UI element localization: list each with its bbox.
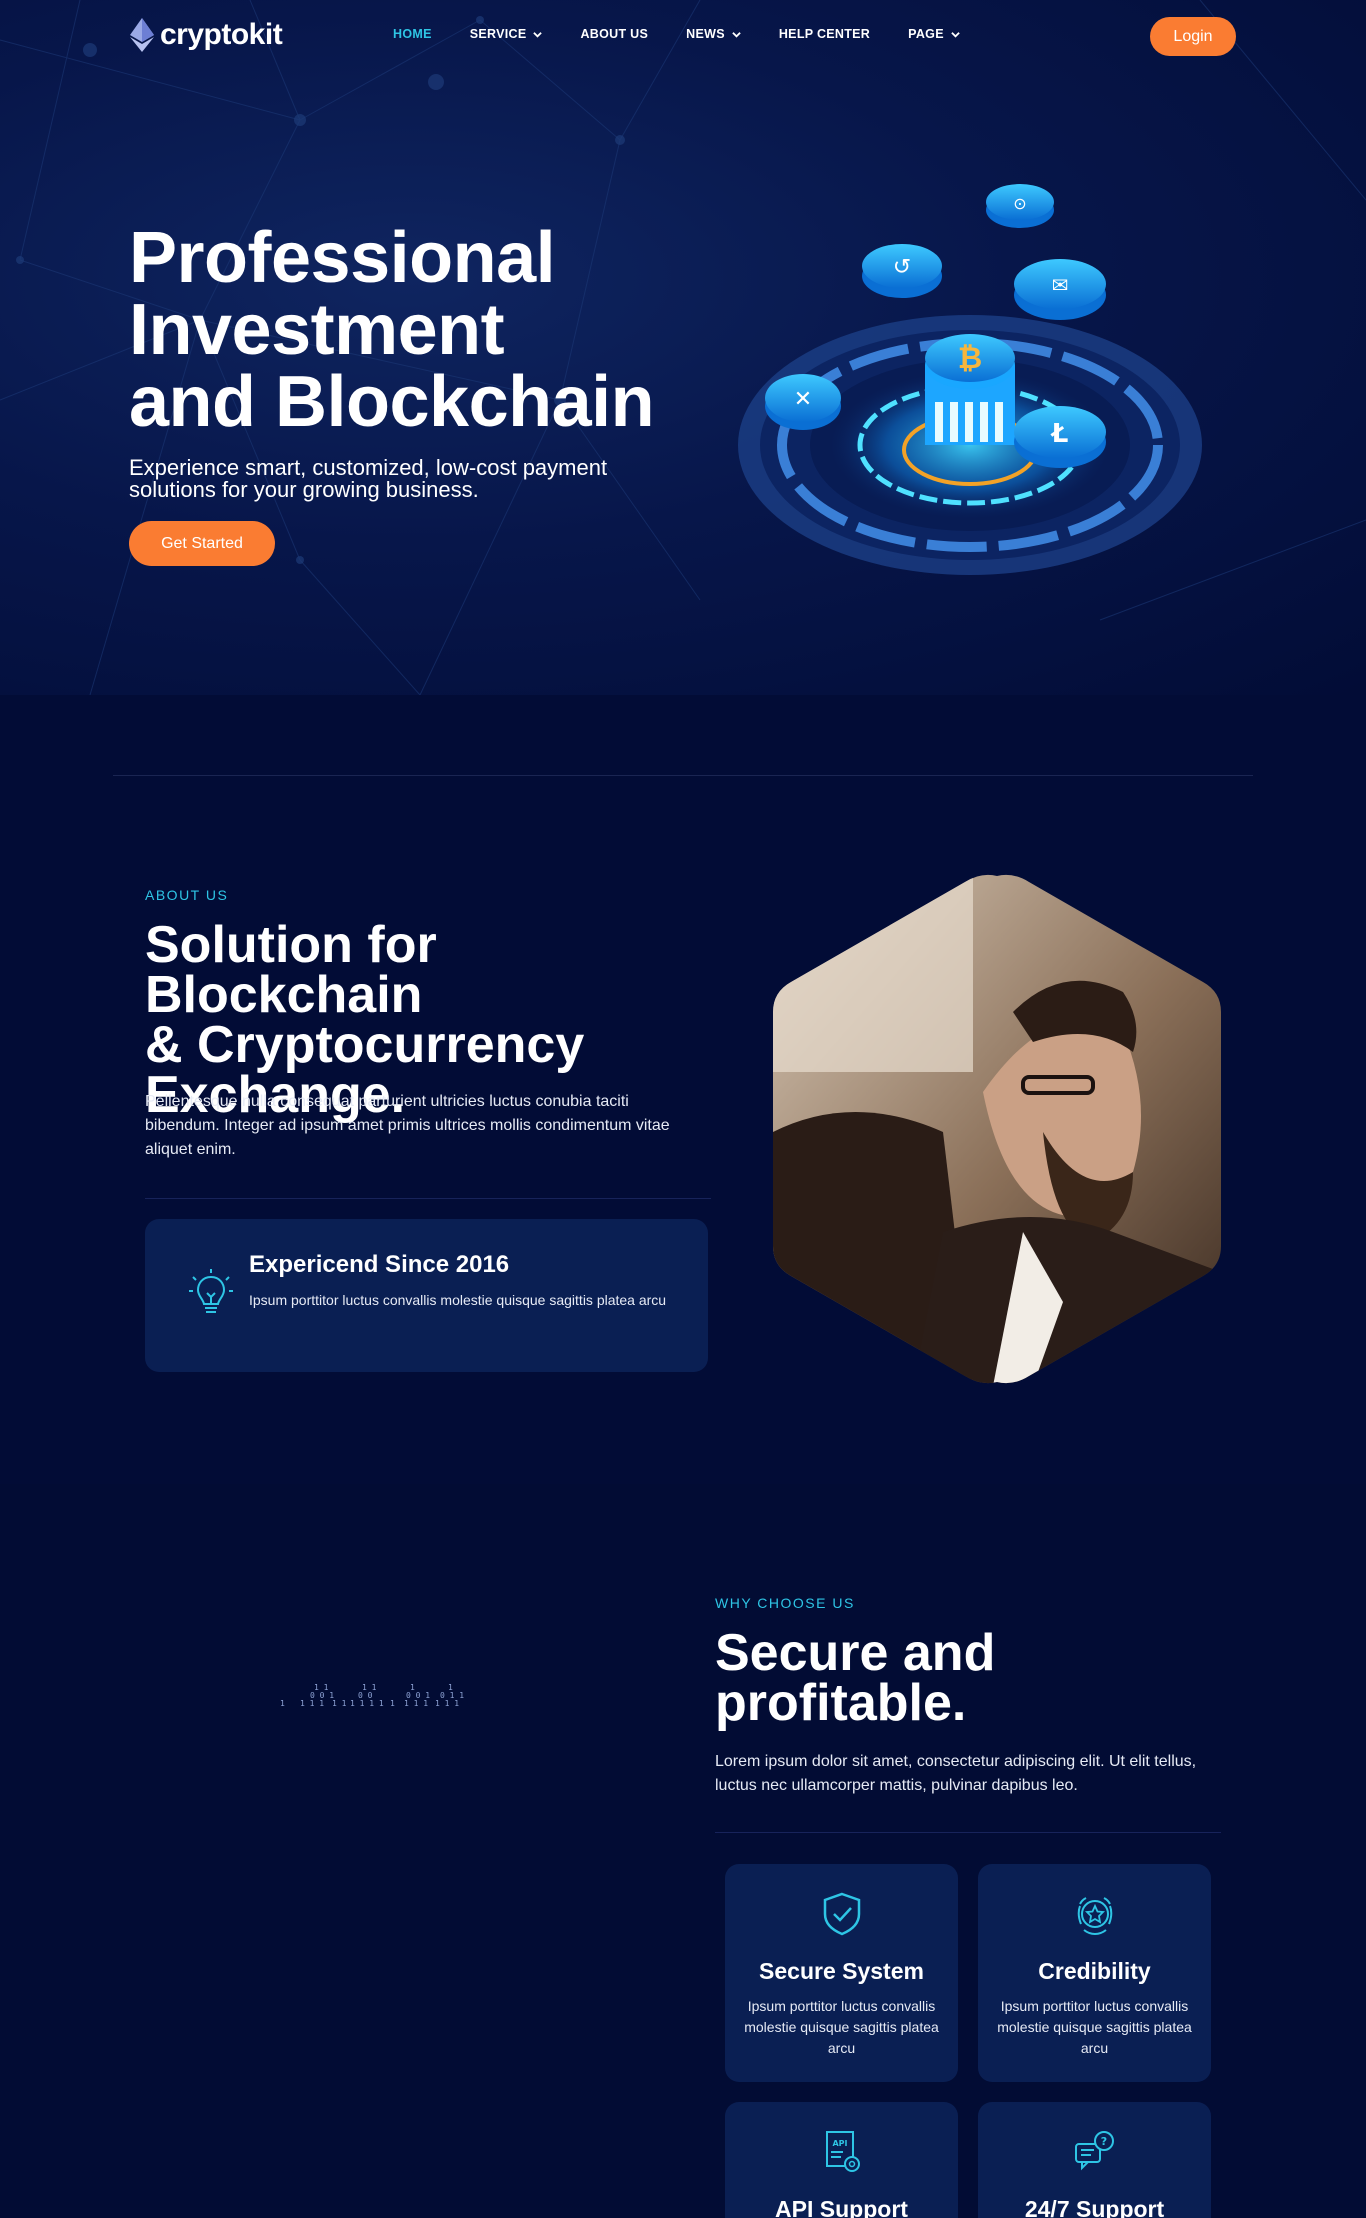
feature-card-24-7-support: ? 24/7 Support xyxy=(978,2102,1211,2218)
why-title-line: Secure and xyxy=(715,1624,996,1682)
chevron-down-icon xyxy=(732,31,741,38)
svg-text:✉: ✉ xyxy=(1052,273,1069,297)
svg-text:1 1 1 1: 1 1 1 1 xyxy=(350,1699,384,1708)
svg-text:1 1: 1 1 xyxy=(332,1699,347,1708)
svg-text:₿: ₿ xyxy=(958,341,982,376)
feature-text: Ipsum porttitor luctus convallis molesti… xyxy=(997,1998,1192,2056)
api-gear-icon: API xyxy=(826,2131,860,2172)
svg-text:0 0 1: 0 0 1 xyxy=(406,1691,430,1700)
section-divider xyxy=(113,775,1253,776)
svg-text:1 1: 1 1 xyxy=(362,1683,377,1692)
why-description: Lorem ipsum dolor sit amet, consectetur … xyxy=(715,1753,1197,1794)
chat-question-icon: ? xyxy=(1075,2131,1114,2171)
feature-title: Credibility xyxy=(1038,1958,1151,1984)
svg-text:Ł: Ł xyxy=(1050,419,1069,449)
nav-item-news[interactable]: NEWS xyxy=(686,27,741,41)
feature-title: Secure System xyxy=(759,1958,924,1984)
experience-title: Expericend Since 2016 xyxy=(249,1251,510,1278)
hero-title-line: Investment xyxy=(129,290,505,370)
login-button[interactable]: Login xyxy=(1150,17,1236,56)
nav-item-home[interactable]: HOME xyxy=(393,27,432,41)
why-title: Secure and profitable. xyxy=(715,1624,1235,1732)
svg-text:1 1 1: 1 1 1 xyxy=(435,1699,459,1708)
svg-text:?: ? xyxy=(1101,2135,1107,2148)
experience-card: Expericend Since 2016 Ipsum porttitor lu… xyxy=(145,1219,708,1372)
feature-card-credibility: Credibility Ipsum porttitor luctus conva… xyxy=(978,1864,1211,2082)
chevron-down-icon xyxy=(533,31,543,38)
svg-text:⊙: ⊙ xyxy=(1013,194,1026,213)
feature-card-api-support: API API Support xyxy=(725,2102,958,2218)
feature-title: 24/7 Support xyxy=(1024,2196,1165,2218)
experience-text: Ipsum porttitor luctus convallis molesti… xyxy=(249,1292,667,1308)
feature-title: API Support xyxy=(775,2196,908,2218)
hero-subtitle-line: solutions for your growing business. xyxy=(129,477,479,502)
svg-text:1 1 1: 1 1 1 xyxy=(300,1699,324,1708)
chevron-down-icon xyxy=(951,31,960,38)
lightbulb-icon xyxy=(189,1269,233,1313)
svg-text:1 1: 1 1 xyxy=(314,1683,329,1692)
nav-item-about-us[interactable]: ABOUT US xyxy=(580,27,648,41)
blockchain-illustration: ₿ ✕ ↺ ⊙ ✉ Ł xyxy=(738,184,1202,575)
hero-title-line: Professional xyxy=(129,218,556,298)
hero-subtitle: Experience smart, customized, low-cost p… xyxy=(129,457,669,501)
nav-item-help-center[interactable]: HELP CENTER xyxy=(779,27,870,41)
brand-name: cryptokit xyxy=(160,18,283,51)
svg-text:1: 1 xyxy=(448,1683,453,1692)
feature-text: Ipsum porttitor luctus convallis molesti… xyxy=(744,1998,939,2056)
hero-title-line: and Blockchain xyxy=(129,362,655,442)
svg-text:API: API xyxy=(832,2139,847,2148)
about-eyebrow: ABOUT US xyxy=(145,887,229,903)
nav-item-page[interactable]: PAGE xyxy=(908,27,960,41)
svg-text:0 0: 0 0 xyxy=(358,1691,373,1700)
get-started-button[interactable]: Get Started xyxy=(129,521,275,566)
nav-item-label: ABOUT US xyxy=(580,27,649,41)
about-description: Pellentesque nulla consequat parturient … xyxy=(145,1093,670,1158)
site-header: cryptokit HOME SERVICE ABOUT US NEWS HEL… xyxy=(0,0,1366,72)
brand-logo[interactable]: cryptokit xyxy=(130,18,283,52)
about-divider xyxy=(145,1198,711,1199)
feature-card-secure-system: Secure System Ipsum porttitor luctus con… xyxy=(725,1864,958,2082)
nav-item-label: HELP CENTER xyxy=(778,27,871,41)
ethereum-icon xyxy=(130,18,154,52)
why-eyebrow: WHY CHOOSE US xyxy=(715,1595,855,1611)
nav-item-label: NEWS xyxy=(686,27,725,41)
hero-title: Professional Investment and Blockchain xyxy=(129,222,689,438)
nav-item-label: HOME xyxy=(393,27,432,41)
svg-text:0 1 1: 0 1 1 xyxy=(440,1691,464,1700)
hero-section: Professional Investment and Blockchain E… xyxy=(0,0,1366,695)
binary-code-decoration: 11 1 10 0 11 1 1 11 1 1 10 01 1 11 1 10 … xyxy=(280,1683,464,1708)
hero-subtitle-line: Experience smart, customized, low-cost p… xyxy=(129,455,608,480)
shield-check-icon xyxy=(823,1892,861,1936)
businessman-photo xyxy=(773,874,1221,1384)
nav-item-label: SERVICE xyxy=(469,27,527,41)
svg-text:1: 1 xyxy=(280,1699,285,1708)
svg-text:1: 1 xyxy=(390,1699,395,1708)
svg-text:✕: ✕ xyxy=(794,387,812,412)
why-divider xyxy=(715,1832,1221,1833)
main-nav: HOME SERVICE ABOUT US NEWS HELP CENTER P… xyxy=(393,27,960,41)
about-title-line: Solution for Blockchain xyxy=(145,916,437,1024)
svg-text:0 0 1: 0 0 1 xyxy=(310,1691,334,1700)
svg-text:1: 1 xyxy=(410,1683,415,1692)
svg-text:↺: ↺ xyxy=(893,255,911,280)
badge-star-icon xyxy=(1077,1897,1113,1936)
nav-item-label: PAGE xyxy=(908,27,944,41)
nav-item-service[interactable]: SERVICE xyxy=(470,27,543,41)
svg-text:1 1 1: 1 1 1 xyxy=(404,1699,428,1708)
about-title-line: & Cryptocurrency xyxy=(145,1016,585,1074)
why-title-line: profitable. xyxy=(715,1674,967,1732)
